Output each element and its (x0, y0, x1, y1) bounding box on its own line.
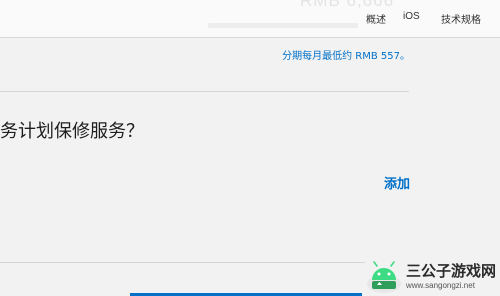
site-watermark: 三公子游戏网 www.sangongzi.net (365, 257, 500, 296)
android-robot-logo-icon (367, 260, 401, 293)
section-divider-bottom (0, 262, 365, 263)
section-divider (0, 91, 409, 92)
nav-ios-link[interactable]: iOS (403, 11, 420, 22)
add-warranty-button[interactable]: 添加 (384, 173, 410, 192)
ghost-subtitle (208, 23, 358, 28)
watermark-url: www.sangongzi.net (406, 280, 475, 290)
top-navigation-bar: RMB 6,666 概述 iOS 技术规格 (0, 0, 500, 38)
nav-overview-link[interactable]: 概述 (366, 11, 386, 26)
price-ghost-text: RMB 6,666 (300, 0, 395, 10)
warranty-question-heading: 务计划保修服务？ (0, 121, 144, 142)
watermark-title: 三公子游戏网 (406, 261, 497, 280)
installment-price-text: 分期每月最低约 RMB 557。 (282, 51, 410, 62)
nav-tech-specs-link[interactable]: 技术规格 (441, 11, 481, 26)
